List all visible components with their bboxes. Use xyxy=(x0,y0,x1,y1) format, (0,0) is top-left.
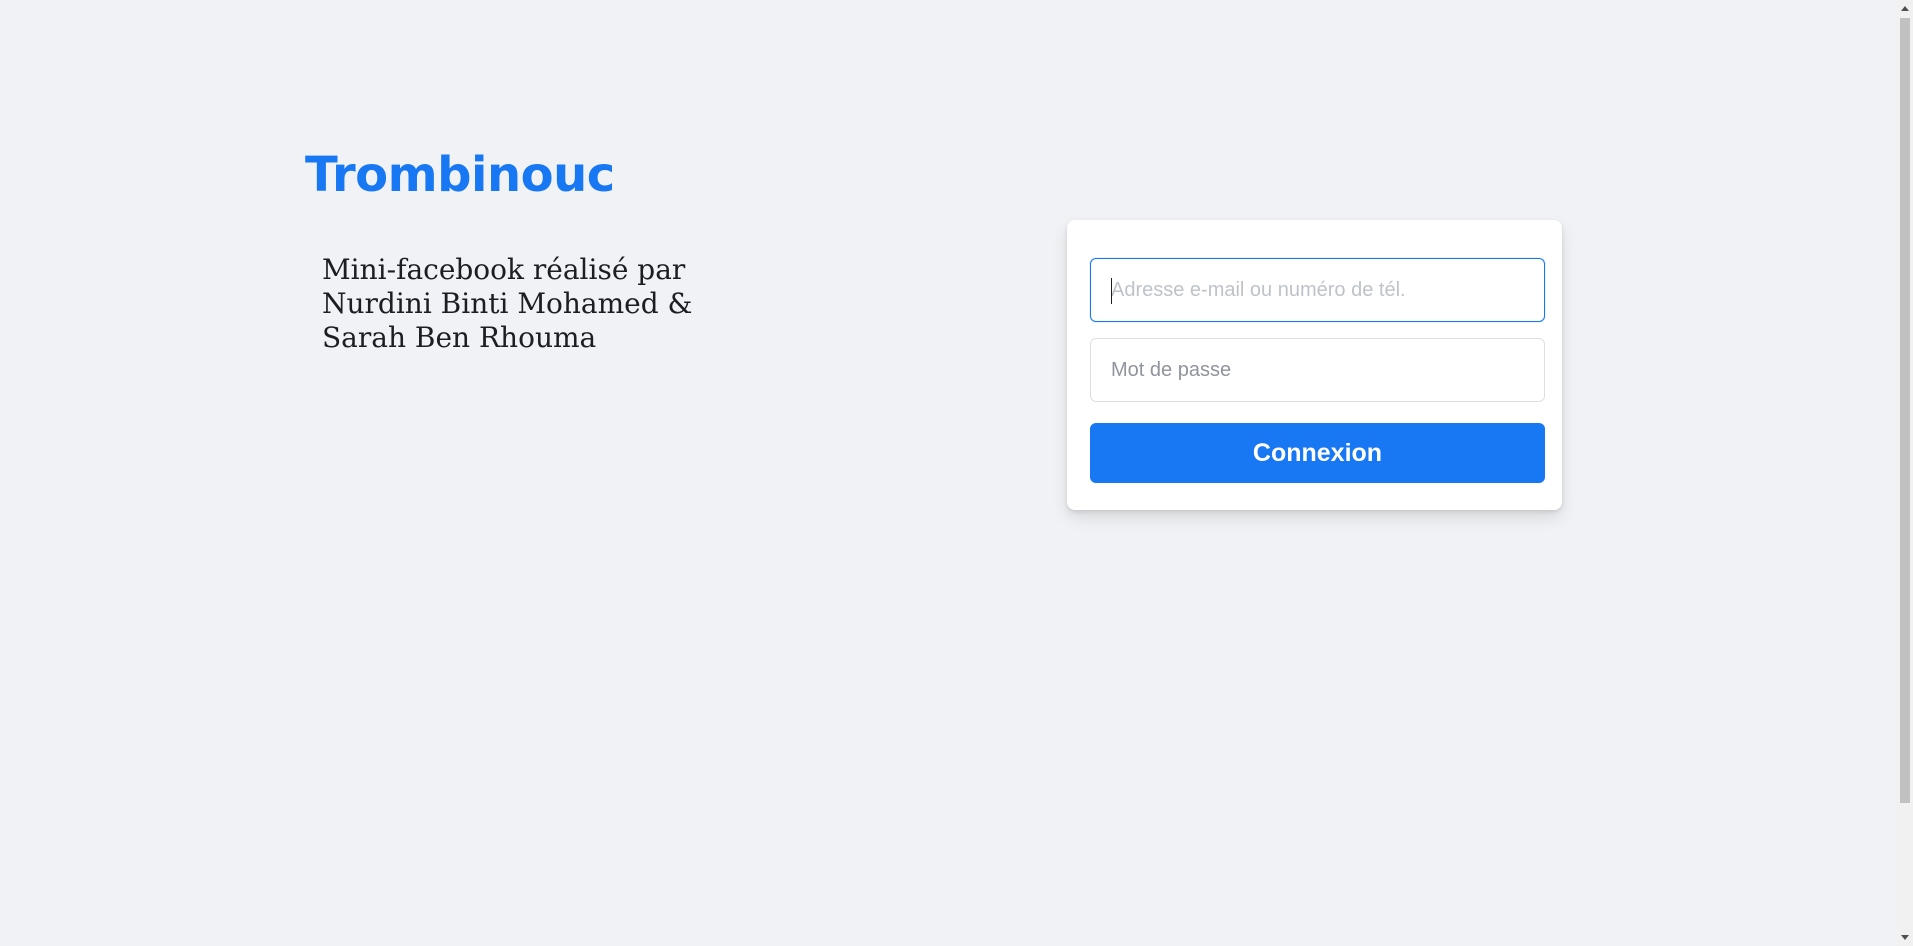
email-field[interactable] xyxy=(1090,258,1545,322)
chevron-down-icon[interactable] xyxy=(1901,935,1909,940)
text-caret xyxy=(1111,278,1112,304)
login-button[interactable]: Connexion xyxy=(1090,423,1545,483)
brand-title: Trombinouc xyxy=(305,147,615,203)
password-field[interactable] xyxy=(1090,338,1545,402)
vertical-scrollbar[interactable] xyxy=(1897,0,1913,946)
brand-tagline: Mini-facebook réalisé par Nurdini Binti … xyxy=(322,253,693,354)
login-form: Connexion xyxy=(1067,220,1562,510)
login-page: Trombinouc Mini-facebook réalisé par Nur… xyxy=(0,0,1913,946)
chevron-up-icon[interactable] xyxy=(1901,6,1909,11)
scrollbar-thumb[interactable] xyxy=(1900,18,1910,803)
